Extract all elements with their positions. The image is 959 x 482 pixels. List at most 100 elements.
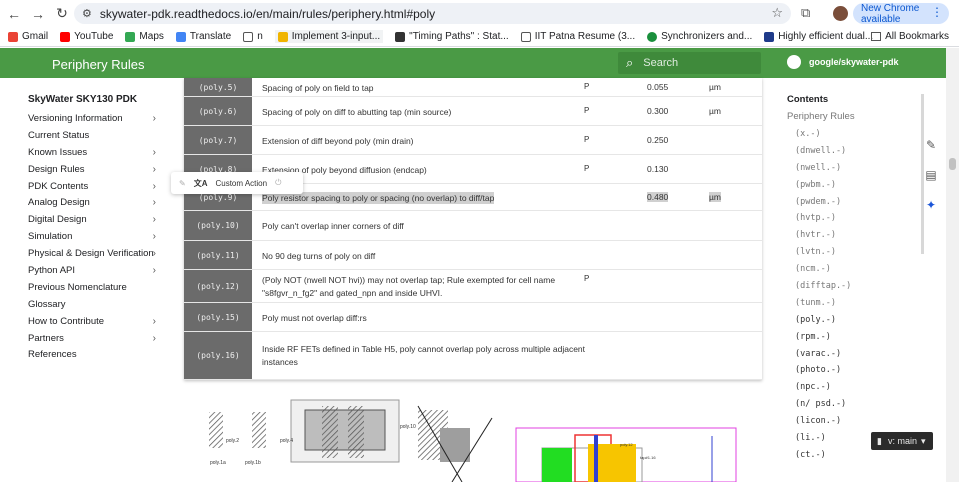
github-icon: [787, 55, 801, 69]
chevron-right-icon[interactable]: ›: [153, 145, 156, 162]
bookmark-implement[interactable]: Implement 3-input...: [274, 30, 384, 43]
forward-icon[interactable]: →: [28, 4, 48, 24]
toc-item[interactable]: (tunm.-): [787, 295, 907, 312]
toc-item[interactable]: (nwell.-): [787, 160, 907, 177]
bookmark-highly[interactable]: Highly efficient dual...: [764, 31, 873, 42]
bookmark-timing[interactable]: "Timing Paths" : Stat...: [395, 31, 509, 42]
site-info-icon[interactable]: ⚙: [82, 7, 92, 20]
custom-action-button[interactable]: Custom Action: [215, 179, 267, 188]
sidebar-item-partners[interactable]: Partners ›: [28, 331, 168, 348]
bookmark-label: Synchronizers and...: [661, 31, 753, 42]
chevron-right-icon[interactable]: ›: [153, 111, 156, 128]
sidebar-item-label: How to Contribute: [28, 315, 105, 327]
power-icon[interactable]: ⏻: [275, 178, 281, 188]
bookmark-iit[interactable]: IIT Patna Resume (3...: [520, 31, 635, 42]
search-input[interactable]: ⌕ Search: [618, 52, 761, 74]
toc-item[interactable]: (dnwell.-): [787, 143, 907, 160]
chevron-right-icon[interactable]: ›: [153, 162, 156, 179]
toc-item[interactable]: (ncm.-): [787, 261, 907, 278]
gmail-icon: [8, 31, 18, 42]
rule-description: (Poly NOT (nwell NOT hvi)) may not overl…: [262, 275, 556, 285]
table-row: (poly.11) No 90 deg turns of poly on diff: [184, 241, 762, 270]
toc-item[interactable]: (pwbm.-): [787, 177, 907, 194]
bookmark-translate[interactable]: Translate: [175, 31, 232, 42]
toc-item[interactable]: (npc.-): [787, 379, 907, 396]
sidebar-item-current-status[interactable]: Current Status: [28, 128, 168, 145]
address-bar[interactable]: ⚙ skywater-pdk.readthedocs.io/en/main/ru…: [74, 3, 791, 24]
toc-item[interactable]: (lvtn.-): [787, 244, 907, 261]
sidebar-item-glossary[interactable]: Glossary: [28, 297, 168, 314]
sidebar-item-known-issues[interactable]: Known Issues ›: [28, 145, 168, 162]
chevron-right-icon[interactable]: ›: [153, 179, 156, 196]
sidebar-item-analog-design[interactable]: Analog Design ›: [28, 195, 168, 212]
avatar[interactable]: [833, 6, 848, 21]
toc-item[interactable]: (pwdem.-): [787, 194, 907, 211]
repo-link[interactable]: google/skywater-pdk: [787, 55, 899, 69]
sidebar-item-versioning-information[interactable]: Versioning Information ›: [28, 111, 168, 128]
notes-icon[interactable]: ▤: [922, 166, 940, 184]
chevron-right-icon[interactable]: ›: [153, 195, 156, 212]
chevron-right-icon[interactable]: ›: [153, 246, 156, 263]
rule-id: (poly.6): [184, 97, 252, 125]
reload-icon[interactable]: ↻: [52, 4, 72, 24]
toc-item[interactable]: (x.-): [787, 126, 907, 143]
toc-item-periphery-rules[interactable]: Periphery Rules: [787, 111, 907, 122]
pencil-icon[interactable]: ✎: [179, 179, 186, 188]
toc-item[interactable]: (n/ psd.-): [787, 396, 907, 413]
sidebar-item-physical-design-verification[interactable]: Physical & Design Verification ›: [28, 246, 168, 263]
folder-icon: [520, 31, 531, 42]
rule-unit: µm: [709, 106, 721, 116]
chrome-update-button[interactable]: New Chrome available ⋮: [853, 3, 949, 25]
toc-item[interactable]: (difftap.-): [787, 278, 907, 295]
sidebar-item-python-api[interactable]: Python API ›: [28, 263, 168, 280]
chevron-right-icon[interactable]: ›: [153, 212, 156, 229]
sidebar-item-how-to-contribute[interactable]: How to Contribute ›: [28, 314, 168, 331]
bookmark-label: Translate: [189, 31, 232, 42]
bookmark-gmail[interactable]: Gmail: [8, 31, 48, 42]
chevron-right-icon[interactable]: ›: [153, 229, 156, 246]
bookmark-label: Highly efficient dual...: [778, 31, 874, 42]
sidebar-item-previous-nomenclature[interactable]: Previous Nomenclature: [28, 280, 168, 297]
toc-item[interactable]: (hvtr.-): [787, 227, 907, 244]
bookmark-sync[interactable]: Synchronizers and...: [647, 31, 752, 42]
bookmark-star-icon[interactable]: ☆: [771, 5, 783, 21]
scroll-thumb[interactable]: [949, 158, 956, 170]
toc-item[interactable]: (rpm.-): [787, 329, 907, 346]
sidebar-item-digital-design[interactable]: Digital Design ›: [28, 212, 168, 229]
sidebar-item-pdk-contents[interactable]: PDK Contents ›: [28, 179, 168, 196]
sidebar-item-simulation[interactable]: Simulation ›: [28, 229, 168, 246]
sidebar-item-references[interactable]: References: [28, 347, 168, 364]
toc-item[interactable]: (varac.-): [787, 346, 907, 363]
translate-icon: [175, 31, 186, 42]
diagram-label: poly.1b: [245, 460, 261, 466]
sidebar-item-label: Design Rules: [28, 163, 85, 175]
edit-icon[interactable]: ✎: [922, 136, 940, 154]
bookmark-folder-n[interactable]: n: [243, 31, 263, 42]
toc-item[interactable]: (licon.-): [787, 413, 907, 430]
url-text: skywater-pdk.readthedocs.io/en/main/rule…: [99, 6, 436, 21]
chevron-right-icon[interactable]: ›: [153, 314, 156, 331]
version-selector[interactable]: ▮ v: main ▾: [871, 432, 933, 450]
sidebar-item-design-rules[interactable]: Design Rules ›: [28, 162, 168, 179]
bookmark-label: Gmail: [22, 31, 49, 42]
chevron-right-icon[interactable]: ›: [153, 331, 156, 348]
translate-icon[interactable]: 文A: [194, 178, 208, 189]
back-icon[interactable]: ←: [4, 4, 24, 24]
bookmark-maps[interactable]: Maps: [125, 31, 164, 42]
toc-item[interactable]: (poly.-): [787, 312, 907, 329]
page-icon: [764, 31, 775, 42]
toc-item[interactable]: (hvtp.-): [787, 210, 907, 227]
rule-description-cont: instances: [262, 357, 298, 367]
diagram-label: poly.10: [400, 424, 416, 430]
extensions-icon[interactable]: ⧉: [801, 5, 810, 21]
chevron-right-icon[interactable]: ›: [153, 263, 156, 280]
copilot-icon[interactable]: ✦: [922, 196, 940, 214]
rules-table: (poly.5) Spacing of poly on field to tap P…: [184, 78, 762, 380]
page-scrollbar[interactable]: [946, 48, 959, 482]
toc-item[interactable]: (photo.-): [787, 362, 907, 379]
selection-toolbar: ✎ 文A Custom Action ⏻: [171, 172, 303, 194]
menu-icon[interactable]: ⋮: [931, 5, 943, 19]
bookmark-youtube[interactable]: YouTube: [60, 31, 113, 42]
sidebar-root[interactable]: SkyWater SKY130 PDK: [28, 94, 168, 105]
all-bookmarks[interactable]: All Bookmarks: [871, 31, 949, 42]
